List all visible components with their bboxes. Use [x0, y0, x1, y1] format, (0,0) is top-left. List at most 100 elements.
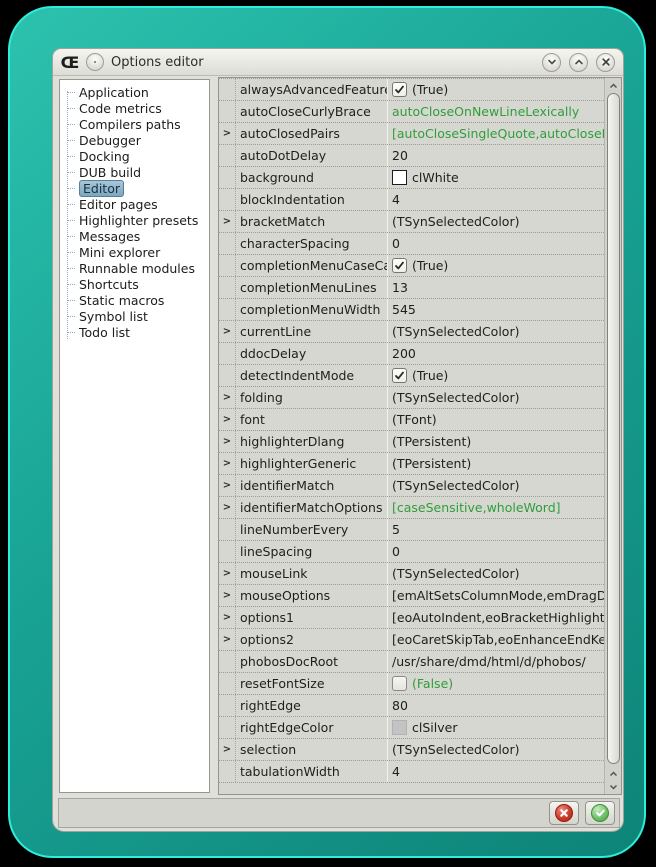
property-row-completionMenuLines[interactable]: completionMenuLines13 — [219, 277, 604, 299]
property-value[interactable]: (TSynSelectedColor) — [387, 387, 604, 408]
property-value[interactable]: clWhite — [387, 167, 604, 188]
property-value[interactable]: 0 — [387, 233, 604, 254]
property-value[interactable]: (True) — [387, 79, 604, 100]
property-value[interactable]: /usr/share/dmd/html/d/phobos/ — [387, 651, 604, 672]
property-row-identifierMatch[interactable]: >identifierMatch(TSynSelectedColor) — [219, 475, 604, 497]
sidebar-item-messages[interactable]: Messages — [60, 228, 209, 244]
property-row-autoClosedPairs[interactable]: >autoClosedPairs[autoCloseSingleQuote,au… — [219, 123, 604, 145]
sidebar-item-editor-pages[interactable]: Editor pages — [60, 196, 209, 212]
scroll-down-button[interactable] — [609, 780, 618, 793]
property-row-mouseOptions[interactable]: >mouseOptions[emAltSetsColumnMode,emDrag… — [219, 585, 604, 607]
scroll-up-button[interactable] — [609, 79, 618, 92]
checkbox-checked[interactable] — [392, 368, 407, 383]
close-button[interactable] — [596, 53, 615, 72]
property-row-rightEdge[interactable]: rightEdge80 — [219, 695, 604, 717]
sidebar-item-docking[interactable]: Docking — [60, 148, 209, 164]
sidebar-item-application[interactable]: Application — [60, 84, 209, 100]
property-row-rightEdgeColor[interactable]: rightEdgeColorclSilver — [219, 717, 604, 739]
property-row-highlighterGeneric[interactable]: >highlighterGeneric(TPersistent) — [219, 453, 604, 475]
property-value[interactable]: (TSynSelectedColor) — [387, 739, 604, 760]
property-value[interactable]: (TPersistent) — [387, 431, 604, 452]
property-row-autoDotDelay[interactable]: autoDotDelay20 — [219, 145, 604, 167]
property-value[interactable]: 4 — [387, 761, 604, 782]
property-value[interactable]: 13 — [387, 277, 604, 298]
sidebar-item-runnable-modules[interactable]: Runnable modules — [60, 260, 209, 276]
property-value[interactable]: 5 — [387, 519, 604, 540]
property-row-mouseLink[interactable]: >mouseLink(TSynSelectedColor) — [219, 563, 604, 585]
sidebar-item-symbol-list[interactable]: Symbol list — [60, 308, 209, 324]
property-value[interactable]: [autoCloseSingleQuote,autoCloseD — [387, 123, 604, 144]
property-value[interactable]: 80 — [387, 695, 604, 716]
property-row-blockIndentation[interactable]: blockIndentation4 — [219, 189, 604, 211]
sidebar-item-static-macros[interactable]: Static macros — [60, 292, 209, 308]
expand-arrow-icon[interactable]: > — [219, 629, 236, 650]
property-row-options2[interactable]: >options2[eoCaretSkipTab,eoEnhanceEndKe — [219, 629, 604, 651]
sidebar-item-editor[interactable]: Editor — [60, 180, 209, 196]
scrollbar-thumb[interactable] — [607, 93, 620, 764]
property-row-lineNumberEvery[interactable]: lineNumberEvery5 — [219, 519, 604, 541]
expand-arrow-icon[interactable]: > — [219, 453, 236, 474]
expand-arrow-icon[interactable]: > — [219, 211, 236, 232]
property-row-resetFontSize[interactable]: resetFontSize(False) — [219, 673, 604, 695]
property-row-background[interactable]: backgroundclWhite — [219, 167, 604, 189]
property-value[interactable]: 545 — [387, 299, 604, 320]
expand-arrow-icon[interactable]: > — [219, 123, 236, 144]
expand-arrow-icon[interactable]: > — [219, 497, 236, 518]
property-value[interactable]: 200 — [387, 343, 604, 364]
property-row-lineSpacing[interactable]: lineSpacing0 — [219, 541, 604, 563]
property-value[interactable]: 20 — [387, 145, 604, 166]
property-value[interactable]: (True) — [387, 365, 604, 386]
property-value[interactable]: [emAltSetsColumnMode,emDragDr — [387, 585, 604, 606]
cancel-button[interactable] — [549, 801, 579, 825]
property-row-highlighterDlang[interactable]: >highlighterDlang(TPersistent) — [219, 431, 604, 453]
vertical-scrollbar[interactable] — [604, 78, 621, 794]
expand-arrow-icon[interactable]: > — [219, 607, 236, 628]
property-row-identifierMatchOptions[interactable]: >identifierMatchOptions[caseSensitive,wh… — [219, 497, 604, 519]
checkbox-checked[interactable] — [392, 82, 407, 97]
expand-arrow-icon[interactable]: > — [219, 739, 236, 760]
property-row-detectIndentMode[interactable]: detectIndentMode(True) — [219, 365, 604, 387]
expand-arrow-icon[interactable]: > — [219, 409, 236, 430]
unshade-button[interactable] — [569, 53, 588, 72]
property-row-options1[interactable]: >options1[eoAutoIndent,eoBracketHighligh… — [219, 607, 604, 629]
property-row-folding[interactable]: >folding(TSynSelectedColor) — [219, 387, 604, 409]
sidebar-item-code-metrics[interactable]: Code metrics — [60, 100, 209, 116]
property-row-currentLine[interactable]: >currentLine(TSynSelectedColor) — [219, 321, 604, 343]
accept-button[interactable] — [585, 801, 615, 825]
scroll-up-button-bottom[interactable] — [609, 767, 618, 780]
property-value[interactable]: [eoCaretSkipTab,eoEnhanceEndKe — [387, 629, 604, 650]
property-row-characterSpacing[interactable]: characterSpacing0 — [219, 233, 604, 255]
property-row-phobosDocRoot[interactable]: phobosDocRoot/usr/share/dmd/html/d/phobo… — [219, 651, 604, 673]
property-value[interactable]: (TSynSelectedColor) — [387, 211, 604, 232]
property-row-completionMenuWidth[interactable]: completionMenuWidth545 — [219, 299, 604, 321]
shade-button[interactable] — [542, 53, 561, 72]
property-value[interactable]: 0 — [387, 541, 604, 562]
checkbox-checked[interactable] — [392, 258, 407, 273]
property-value[interactable]: 4 — [387, 189, 604, 210]
color-swatch[interactable] — [392, 720, 407, 735]
property-value[interactable]: (False) — [387, 673, 604, 694]
titlebar[interactable]: Œ Options editor — [53, 49, 623, 76]
property-row-ddocDelay[interactable]: ddocDelay200 — [219, 343, 604, 365]
expand-arrow-icon[interactable]: > — [219, 475, 236, 496]
property-row-tabulationWidth[interactable]: tabulationWidth4 — [219, 761, 604, 783]
sidebar-item-todo-list[interactable]: Todo list — [60, 324, 209, 340]
expand-arrow-icon[interactable]: > — [219, 431, 236, 452]
property-row-completionMenuCaseCare[interactable]: completionMenuCaseCare(True) — [219, 255, 604, 277]
sidebar-item-dub-build[interactable]: DUB build — [60, 164, 209, 180]
property-value[interactable]: autoCloseOnNewLineLexically — [387, 101, 604, 122]
expand-arrow-icon[interactable]: > — [219, 563, 236, 584]
property-value[interactable]: clSilver — [387, 717, 604, 738]
property-row-bracketMatch[interactable]: >bracketMatch(TSynSelectedColor) — [219, 211, 604, 233]
expand-arrow-icon[interactable]: > — [219, 321, 236, 342]
window-menu-button[interactable] — [86, 53, 104, 71]
sidebar-item-shortcuts[interactable]: Shortcuts — [60, 276, 209, 292]
checkbox-unchecked[interactable] — [392, 676, 407, 691]
property-value[interactable]: (True) — [387, 255, 604, 276]
property-row-alwaysAdvancedFeatures[interactable]: alwaysAdvancedFeatures(True) — [219, 79, 604, 101]
property-value[interactable]: (TSynSelectedColor) — [387, 321, 604, 342]
sidebar-item-mini-explorer[interactable]: Mini explorer — [60, 244, 209, 260]
property-value[interactable]: (TFont) — [387, 409, 604, 430]
property-value[interactable]: (TSynSelectedColor) — [387, 563, 604, 584]
property-value[interactable]: [caseSensitive,wholeWord] — [387, 497, 604, 518]
